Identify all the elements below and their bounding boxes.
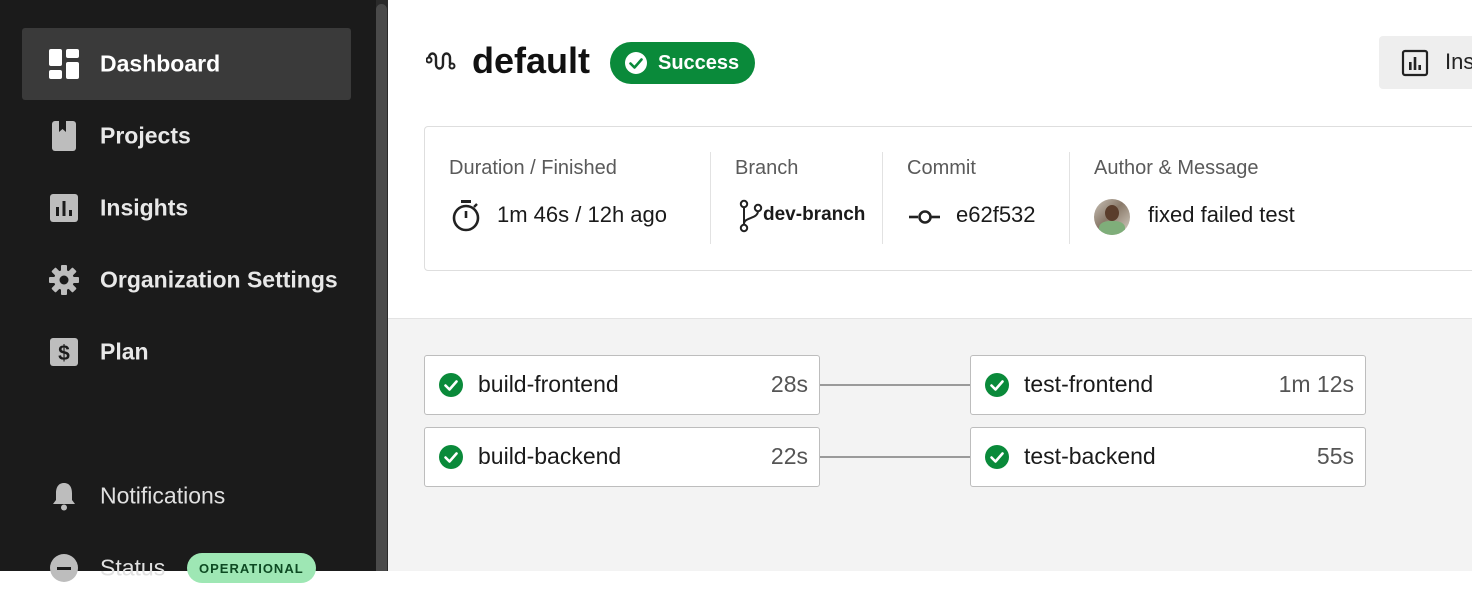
job-card-build-backend[interactable]: build-backend 22s: [424, 427, 820, 487]
svg-text:$: $: [58, 342, 70, 365]
check-circle-icon: [625, 52, 647, 74]
dashboard-icon: [49, 49, 79, 79]
sidebar-item-label: Status: [100, 554, 166, 581]
branch-link[interactable]: dev-branch: [763, 204, 865, 226]
git-branch-icon: [739, 199, 763, 233]
pipeline-info-card: Duration / Finished 1m 46s / 12h ago Bra…: [424, 126, 1472, 271]
branch-label: Branch: [735, 157, 799, 179]
job-card-test-frontend[interactable]: test-frontend 1m 12s: [970, 355, 1366, 415]
job-duration: 1m 12s: [1278, 371, 1354, 397]
page-title: default: [472, 40, 591, 81]
duration-label: Duration / Finished: [449, 157, 617, 179]
git-commit-icon: [909, 210, 940, 224]
job-duration: 28s: [770, 371, 808, 397]
duration-value: 1m 46s / 12h ago: [497, 202, 668, 227]
status-icon: [50, 554, 78, 582]
sidebar-item-label: Notifications: [100, 482, 226, 509]
dollar-icon: $: [50, 338, 78, 366]
job-name: build-frontend: [478, 371, 619, 397]
workflow-graph: build-frontend 28s test-frontend 1m 12s …: [388, 319, 1472, 571]
workflow-icon: [426, 52, 456, 70]
sidebar-item-organization-settings[interactable]: Organization Settings: [22, 244, 351, 316]
insights-icon: [50, 194, 78, 222]
status-label: Success: [658, 52, 740, 74]
main-content: default Success Ins Duration / Finished: [388, 0, 1472, 571]
divider: [882, 152, 883, 244]
job-duration: 22s: [770, 443, 808, 469]
sidebar-item-label: Projects: [100, 122, 191, 149]
commit-message: fixed failed test: [1148, 202, 1295, 227]
sidebar-item-label: Dashboard: [100, 50, 221, 77]
job-name: test-frontend: [1024, 371, 1154, 397]
sidebar-item-notifications[interactable]: Notifications: [22, 460, 351, 532]
insights-icon: [1401, 49, 1429, 77]
job-name: build-backend: [478, 443, 622, 469]
job-name: test-backend: [1024, 443, 1156, 469]
sidebar-item-projects[interactable]: Projects: [22, 100, 351, 172]
pipeline-header: default Success Ins Duration / Finished: [388, 0, 1472, 319]
check-circle-icon: [985, 373, 1009, 397]
divider: [1069, 152, 1070, 244]
job-card-test-backend[interactable]: test-backend 55s: [970, 427, 1366, 487]
bell-icon: [53, 483, 75, 511]
avatar: [1094, 199, 1130, 235]
sidebar-scrollbar-thumb[interactable]: [376, 4, 387, 571]
sidebar-item-label: Insights: [100, 194, 189, 221]
projects-icon: [52, 121, 76, 151]
check-circle-icon: [985, 445, 1009, 469]
insights-button[interactable]: Ins: [1379, 36, 1472, 89]
divider: [710, 152, 711, 244]
check-circle-icon: [439, 445, 463, 469]
status-badge: OPERATIONAL: [187, 553, 316, 583]
gear-icon: [49, 265, 79, 295]
job-connector: [820, 456, 970, 458]
sidebar-item-label: Organization Settings: [100, 266, 338, 293]
job-card-build-frontend[interactable]: build-frontend 28s: [424, 355, 820, 415]
check-circle-icon: [439, 373, 463, 397]
insights-button-label: Ins: [1445, 49, 1472, 74]
author-label: Author & Message: [1094, 157, 1259, 179]
stopwatch-icon: [452, 200, 480, 232]
job-duration: 55s: [1316, 443, 1354, 469]
job-connector: [820, 384, 970, 386]
sidebar-item-label: Plan: [100, 338, 149, 365]
sidebar-item-insights[interactable]: Insights: [22, 172, 351, 244]
sidebar: Dashboard Projects Insights Organization…: [0, 0, 376, 583]
commit-label: Commit: [907, 157, 976, 179]
sidebar-item-plan[interactable]: $ Plan: [22, 316, 351, 388]
commit-link[interactable]: e62f532: [956, 202, 1036, 228]
sidebar-item-dashboard[interactable]: Dashboard: [22, 28, 351, 100]
status-badge: Success: [610, 42, 755, 84]
